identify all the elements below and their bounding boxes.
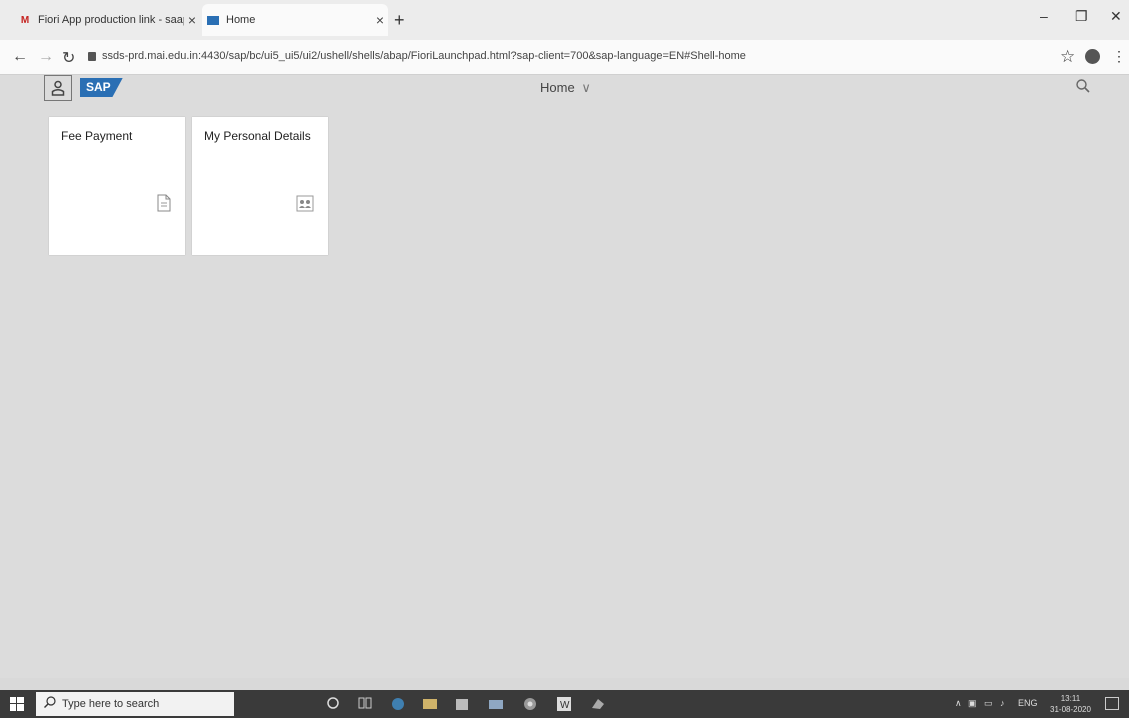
search-icon[interactable] — [1076, 79, 1090, 98]
shell-title-text: Home — [540, 80, 575, 95]
tab-title: Home — [226, 14, 256, 26]
gmail-icon: M — [20, 14, 30, 26]
taskbar: Type here to search W ∧ ▣ ▭ ♪ ENG 13:11 … — [0, 690, 1129, 718]
restore-button[interactable]: ❐ — [1075, 8, 1088, 25]
notification-icon[interactable] — [1105, 697, 1119, 710]
sap-icon — [206, 14, 220, 26]
reload-icon[interactable]: ↻ — [62, 48, 75, 68]
svg-text:W: W — [560, 700, 570, 711]
clock-date: 31-08-2020 — [1050, 705, 1091, 714]
shell-title[interactable]: Home ∨ — [540, 80, 591, 96]
battery-icon[interactable]: ▭ — [984, 698, 993, 709]
user-icon[interactable] — [44, 75, 72, 101]
taskbar-search-input[interactable]: Type here to search — [36, 692, 234, 716]
lock-icon — [88, 52, 96, 61]
document-icon — [157, 194, 171, 217]
clock-time: 13:11 — [1060, 694, 1081, 703]
tab-close-button[interactable]: × — [184, 12, 200, 28]
tab-gmail[interactable]: M Fiori App production link - saap × — [14, 4, 200, 36]
app-icon[interactable] — [590, 696, 606, 712]
edge-icon[interactable] — [390, 696, 406, 712]
search-placeholder: Type here to search — [62, 698, 160, 710]
tab-home[interactable]: Home × — [202, 4, 388, 36]
word-icon[interactable]: W — [556, 696, 572, 712]
clock[interactable]: 13:11 31-08-2020 — [1050, 693, 1091, 715]
network-icon[interactable]: ▣ — [968, 698, 977, 709]
tile-title: My Personal Details — [204, 129, 311, 143]
windows-start-icon[interactable] — [10, 697, 24, 716]
tray-chevron-icon[interactable]: ∧ — [955, 698, 962, 709]
search-icon — [44, 695, 56, 713]
sap-logo: SAP — [80, 78, 123, 97]
back-icon[interactable]: ← — [12, 48, 28, 66]
store-icon[interactable] — [454, 696, 470, 712]
chrome-icon[interactable] — [522, 696, 538, 712]
tile-my-personal-details[interactable]: My Personal Details — [192, 117, 328, 255]
minimize-button[interactable]: – — [1040, 8, 1048, 24]
personal-details-icon — [296, 194, 314, 217]
bookmark-star-icon[interactable]: ☆ — [1060, 47, 1075, 67]
profile-icon[interactable] — [1085, 49, 1100, 64]
file-explorer-icon[interactable] — [422, 696, 438, 712]
shell-bar: SAP Home ∨ — [0, 75, 1129, 105]
menu-icon[interactable]: ⋮ — [1112, 48, 1126, 65]
language-indicator[interactable]: ENG — [1018, 698, 1038, 708]
window-close-button[interactable]: ✕ — [1110, 8, 1122, 25]
task-view-icon[interactable] — [358, 696, 374, 712]
new-tab-button[interactable]: + — [394, 10, 405, 31]
tab-title: Fiori App production link - saap — [38, 14, 184, 26]
volume-icon[interactable]: ♪ — [1000, 698, 1005, 708]
chevron-down-icon: ∨ — [581, 80, 591, 95]
mail-icon[interactable] — [488, 696, 504, 712]
tile-fee-payment[interactable]: Fee Payment — [49, 117, 185, 255]
tab-close-button[interactable]: × — [372, 12, 388, 28]
browser-tab-bar: M Fiori App production link - saap × Hom… — [0, 0, 1129, 40]
cortana-icon[interactable] — [326, 696, 342, 712]
forward-icon[interactable]: → — [38, 48, 54, 66]
address-bar: ← → ↻ ssds-prd.mai.edu.in:4430/sap/bc/ui… — [0, 40, 1129, 75]
url-field[interactable]: ssds-prd.mai.edu.in:4430/sap/bc/ui5_ui5/… — [102, 50, 1002, 62]
fiori-launchpad: SAP Home ∨ Fee Payment My Personal Detai… — [0, 75, 1129, 678]
tile-title: Fee Payment — [61, 129, 133, 143]
